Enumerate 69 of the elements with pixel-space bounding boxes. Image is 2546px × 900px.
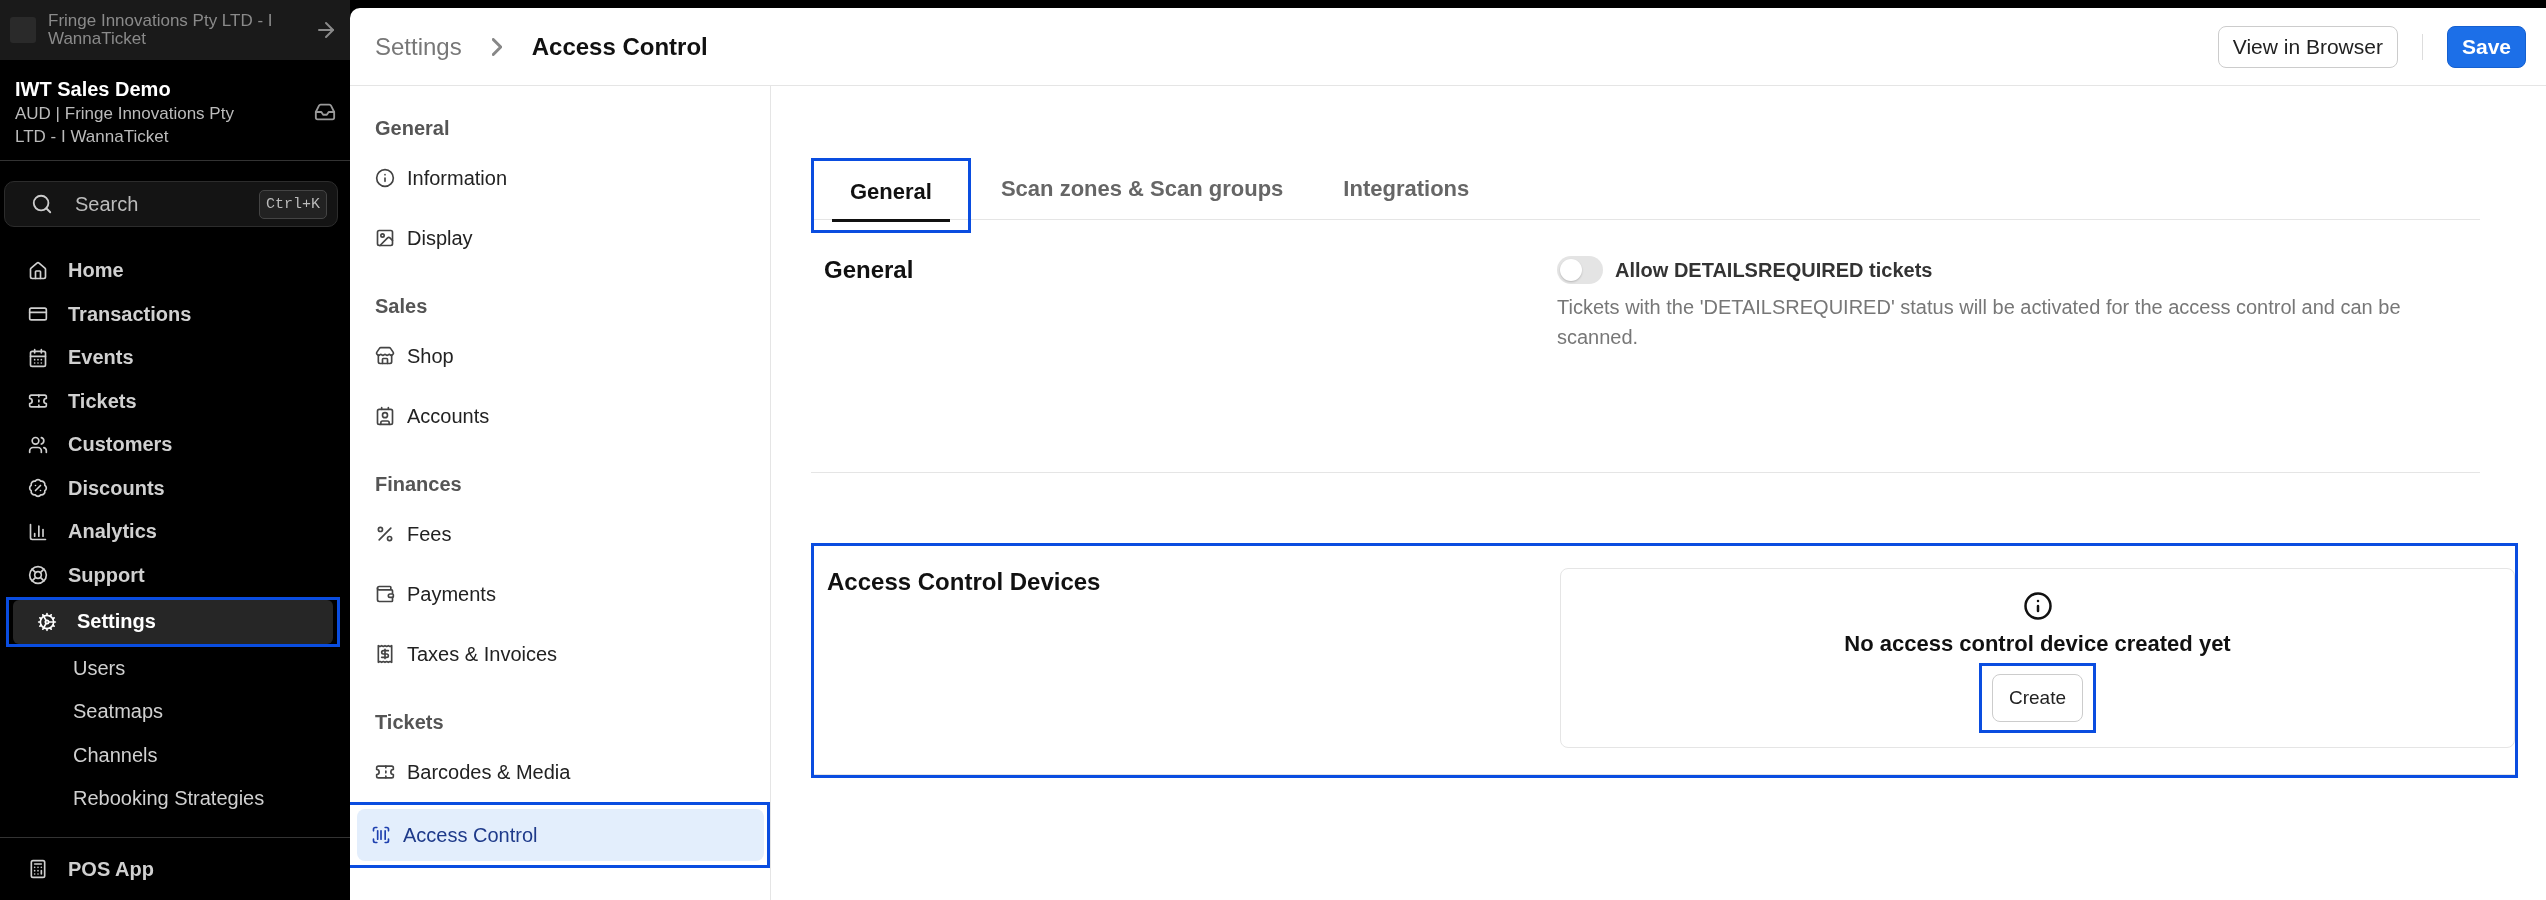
sidebar-item[interactable]: Settings [13, 600, 333, 644]
toggle-description: Tickets with the 'DETAILSREQUIRED' status will be activated for the access control and can be scanned. [1557, 295, 2402, 350]
sidebar-subitem[interactable]: Users [4, 646, 346, 690]
sidebar-item[interactable]: Transactions [4, 292, 346, 336]
image-icon [375, 228, 395, 248]
tab[interactable]: Integrations [1325, 158, 1488, 219]
cash-register-icon [28, 859, 48, 879]
tab[interactable]: General [832, 161, 950, 222]
search-icon [31, 193, 53, 215]
nav-group-title: Finances [374, 471, 463, 497]
home-icon [28, 260, 48, 281]
ticket-icon [375, 762, 395, 782]
sidebar-item[interactable]: Support [4, 553, 346, 597]
settings-nav-item[interactable]: Accounts [350, 386, 770, 446]
breadcrumb-item: Access Control [531, 32, 708, 61]
settings-nav-item[interactable]: Information [350, 148, 770, 208]
nav-group-title: General [374, 115, 451, 141]
store-icon [375, 346, 395, 366]
search-input[interactable]: Search [73, 191, 239, 217]
wallet-icon [375, 584, 395, 604]
settings-nav-item[interactable]: Barcodes & Media [350, 742, 770, 802]
shortcut-key: Ctrl+K [259, 189, 327, 219]
calendar-icon [28, 347, 48, 368]
receipt-icon [375, 644, 395, 664]
settings-nav-item[interactable]: Display [350, 208, 770, 268]
sidebar-subitem[interactable]: Channels [4, 733, 346, 777]
sidebar-item[interactable]: Analytics [4, 510, 346, 554]
section-title: General [824, 256, 915, 285]
breadcrumb-item[interactable]: Settings [375, 32, 462, 61]
barcode-scan-icon [371, 825, 391, 845]
percent-icon [375, 524, 395, 544]
sidebar-item[interactable]: Customers [4, 423, 346, 467]
sidebar-subitem[interactable]: Rebooking Strategies [4, 777, 346, 821]
settings-nav-item[interactable]: Fees [350, 504, 770, 564]
org-bar[interactable]: Fringe Innovations Pty LTD - I WannaTicket [0, 0, 350, 60]
account-subtitle: AUD | Fringe Innovations Pty LTD - I WannaTicket [15, 103, 235, 148]
sidebar-subitem[interactable]: Seatmaps [4, 690, 346, 734]
tab[interactable]: Scan zones & Scan groups [982, 158, 1302, 219]
org-name: Fringe Innovations Pty LTD - I WannaTicket [48, 12, 274, 48]
empty-message: No access control device created yet [1844, 631, 2231, 657]
chevron-right-icon [491, 37, 502, 56]
settings-nav-item[interactable]: Access Control [357, 809, 764, 861]
account-name: IWT Sales Demo [15, 77, 172, 102]
sidebar-item[interactable]: POS App [4, 838, 346, 900]
section-title: Access Control Devices [827, 568, 1102, 597]
info-icon [2022, 591, 2053, 621]
nav-group-title: Sales [374, 293, 429, 319]
percent-badge-icon [28, 478, 48, 499]
settings-nav-item[interactable]: Payments [350, 564, 770, 624]
info-icon [375, 168, 395, 188]
toggle-label: Allow DETAILSREQUIRED tickets [1615, 258, 1933, 282]
sidebar-item[interactable]: Tickets [4, 379, 346, 423]
save-button[interactable]: Save [2446, 25, 2526, 68]
create-button[interactable]: Create [1992, 674, 2083, 722]
sidebar-item[interactable]: Home [4, 249, 346, 293]
search-field[interactable]: Search Ctrl+K [4, 181, 338, 227]
settings-icon [37, 611, 57, 632]
sidebar-item[interactable]: Events [4, 336, 346, 380]
settings-nav-item[interactable]: Shop [350, 326, 770, 386]
settings-nav-item[interactable]: Taxes & Invoices [350, 624, 770, 684]
view-button[interactable]: View in Browser [2217, 25, 2398, 68]
users-icon [28, 434, 48, 455]
contact-card-icon [375, 406, 395, 426]
nav-group-title: Tickets [374, 709, 445, 735]
inbox-icon[interactable] [314, 101, 336, 123]
sidebar-item[interactable]: Discounts [4, 466, 346, 510]
lifebuoy-icon [28, 565, 48, 586]
toggle-switch[interactable] [1557, 256, 1603, 284]
bar-chart-icon [28, 521, 48, 542]
